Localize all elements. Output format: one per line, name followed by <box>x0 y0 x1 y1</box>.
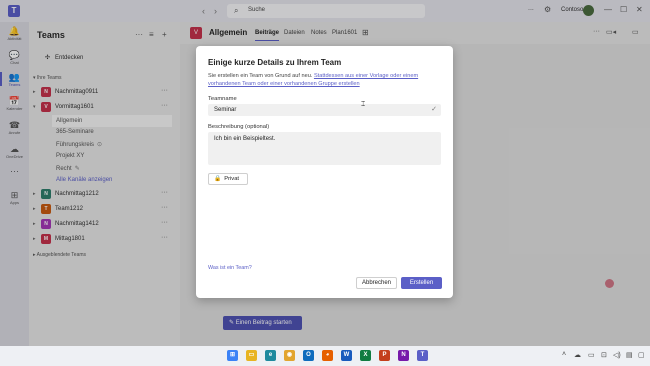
create-team-dialog: Einige kurze Details zu Ihrem Team Sie e… <box>196 46 453 298</box>
dialog-subtitle: Sie erstellen ein Team von Grund auf neu… <box>208 72 438 88</box>
notifications-icon[interactable]: ▢ <box>638 351 645 359</box>
team-name-label: Teamname <box>208 96 237 102</box>
powerpoint-icon[interactable]: P <box>379 350 390 361</box>
word-icon[interactable]: W <box>341 350 352 361</box>
language-icon[interactable]: ▤ <box>626 351 633 359</box>
checkmark-icon: ✓ <box>431 106 437 113</box>
create-button[interactable]: Erstellen <box>401 277 442 289</box>
network-icon[interactable]: ⊡ <box>601 351 607 359</box>
firefox-icon[interactable]: ◕ <box>322 350 333 361</box>
teams-taskbar-icon[interactable]: T <box>417 350 428 361</box>
subtitle-text: Sie erstellen ein Team von Grund auf neu… <box>208 73 314 79</box>
mouse-cursor-icon: ⌶ <box>361 101 366 108</box>
lock-icon: 🔒 <box>214 176 222 182</box>
privacy-value: Privat <box>224 176 240 182</box>
outlook-icon[interactable]: O <box>303 350 314 361</box>
taskbar: ⊞ ▭ e ◉ O ◕ W X P N T ˄ ☁ ▭ ⊡ ◁) ▤ ▢ <box>0 346 650 366</box>
privacy-dropdown[interactable]: 🔒 Privat <box>208 173 248 185</box>
cancel-button[interactable]: Abbrechen <box>356 277 397 289</box>
description-input[interactable]: Ich bin ein Beispieltest. <box>208 132 441 165</box>
dialog-title: Einige kurze Details zu Ihrem Team <box>208 58 342 67</box>
chrome-icon[interactable]: ◉ <box>284 350 295 361</box>
excel-icon[interactable]: X <box>360 350 371 361</box>
what-is-team-link[interactable]: Was ist ein Team? <box>208 265 252 271</box>
file-explorer-icon[interactable]: ▭ <box>246 350 257 361</box>
windows-start-icon[interactable]: ⊞ <box>227 350 238 361</box>
onedrive-tray-icon[interactable]: ☁ <box>574 351 581 359</box>
team-name-input[interactable]: Seminar ✓ <box>208 104 441 116</box>
chevron-up-icon[interactable]: ˄ <box>562 351 566 358</box>
onenote-icon[interactable]: N <box>398 350 409 361</box>
description-value: Ich bin ein Beispieltest. <box>214 136 276 142</box>
display-icon[interactable]: ▭ <box>588 351 595 359</box>
description-label: Beschreibung (optional) <box>208 124 270 130</box>
team-name-value: Seminar <box>214 107 237 113</box>
volume-icon[interactable]: ◁) <box>613 351 621 359</box>
edge-icon[interactable]: e <box>265 350 276 361</box>
